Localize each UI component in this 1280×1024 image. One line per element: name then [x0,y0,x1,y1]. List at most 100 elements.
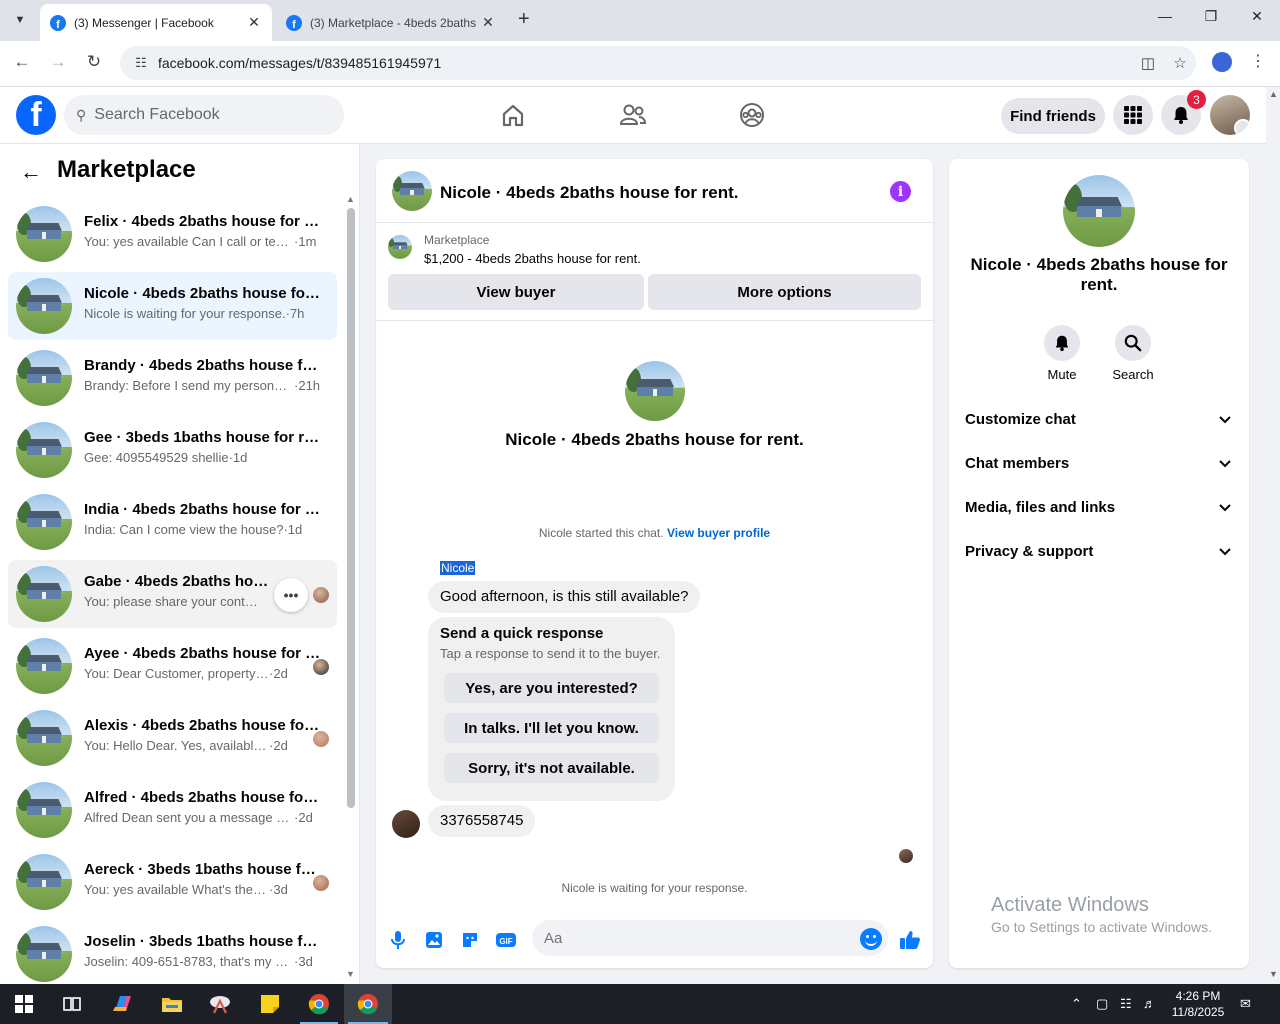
emoji-icon[interactable] [860,928,882,950]
conversation-item[interactable]: Joselin · 3beds 1baths house for rent Jos… [8,920,337,988]
message-bubble[interactable]: 3376558745 [428,805,536,837]
conversation-item[interactable]: Felix · 4beds 2baths house for rent. You:… [8,200,337,268]
sidebar-scrollbar[interactable] [347,208,355,808]
install-app-icon[interactable]: ◫ [1132,54,1164,72]
reload-button[interactable]: ↻ [82,52,106,72]
chat-title[interactable]: Nicole · 4beds 2baths house for rent. [440,183,739,203]
address-bar: ← → ↻ ☷ facebook.com/messages/t/83948516… [0,41,1280,87]
task-view-icon[interactable] [60,992,84,1016]
microphone-icon[interactable] [386,928,410,952]
conversation-thumbnail [16,638,72,694]
close-tab-icon[interactable]: ✕ [246,14,262,31]
restore-button[interactable]: ❐ [1196,8,1226,25]
url-text[interactable]: facebook.com/messages/t/839485161945971 [158,55,1132,71]
more-options-icon[interactable]: ••• [274,578,308,612]
file-explorer-icon[interactable] [160,992,184,1016]
close-tab-icon[interactable]: ✕ [480,14,496,31]
sticker-icon[interactable] [458,928,482,952]
quick-response-option[interactable]: Sorry, it's not available. [444,753,659,783]
view-buyer-profile-link[interactable]: View buyer profile [667,526,770,540]
marketplace-label: Marketplace [424,233,490,247]
minimize-button[interactable]: — [1150,8,1180,24]
photo-icon[interactable] [422,928,446,952]
new-tab-button[interactable]: + [518,8,530,31]
media-files-links-row[interactable]: Media, files and links [949,487,1249,531]
message-input[interactable] [532,920,888,956]
scroll-up-arrow-icon[interactable]: ▲ [346,194,355,204]
gif-icon[interactable]: GIF [494,928,518,952]
conversation-item[interactable]: Alexis · 4beds 2baths house for rent. You… [8,704,337,772]
copilot-icon[interactable] [110,992,134,1016]
listing-price[interactable]: $1,200 - 4beds 2baths house for rent. [424,251,641,266]
conversation-name: Aereck · 3beds 1baths house for rent [84,861,322,878]
notification-center-icon[interactable]: ✉ [1240,996,1251,1012]
quick-response-option[interactable]: Yes, are you interested? [444,673,659,703]
back-arrow-icon[interactable]: ← [20,159,42,185]
quick-response-option[interactable]: In talks. I'll let you know. [444,713,659,743]
friends-icon[interactable] [613,99,653,131]
chrome-icon[interactable] [307,992,331,1016]
groups-icon[interactable] [732,99,772,131]
conversation-thumbnail [16,278,72,334]
privacy-support-row[interactable]: Privacy & support [949,531,1249,575]
back-button[interactable]: ← [10,52,34,72]
started-text: Nicole started this chat. [538,526,664,540]
more-options-button[interactable]: More options [648,274,921,310]
sticky-notes-icon[interactable] [258,992,282,1016]
scroll-down-arrow-icon[interactable]: ▼ [1269,969,1278,979]
volume-icon[interactable]: ♬ [1143,996,1156,1011]
tab-marketplace[interactable]: f (3) Marketplace - 4beds 2baths ✕ [276,4,506,41]
tab-messenger[interactable]: f (3) Messenger | Facebook ✕ [40,4,272,41]
home-icon[interactable] [493,99,533,131]
info-icon[interactable]: i [890,181,911,202]
close-window-button[interactable]: ✕ [1242,8,1272,25]
forward-button[interactable]: → [46,52,70,72]
conversation-item[interactable]: India · 4beds 2baths house for rent. Indi… [8,488,337,556]
message-bubble[interactable]: Good afternoon, is this still available? [428,581,701,613]
page-scrollbar[interactable]: ▲ ▼ [1266,87,1280,984]
tab-search-button[interactable]: ▼ [8,8,32,32]
conversation-item[interactable]: Nicole · 4beds 2baths house for rent. Nic… [8,272,337,340]
profile-avatar[interactable] [1210,95,1250,135]
conversation-preview: You: Hello Dear. Yes, available! Please … [84,738,288,753]
network-icon[interactable]: ☷ [1120,996,1132,1012]
conversation-item[interactable]: Aereck · 3beds 1baths house for rent You:… [8,848,337,916]
conversation-item[interactable]: Gabe · 4beds 2baths house for rent. You: … [8,560,337,628]
scroll-down-arrow-icon[interactable]: ▼ [346,969,355,979]
facebook-search-input[interactable]: ⚲ Search Facebook [64,95,344,135]
facebook-logo-icon[interactable]: f [16,95,56,135]
preview-text: You: Dear Customer, property available [84,666,269,681]
conversation-item[interactable]: Alfred · 4beds 2baths house for rent. Alf… [8,776,337,844]
start-windows-icon[interactable] [12,992,36,1016]
conversation-item[interactable]: Ayee · 4beds 2baths house for rent. You: … [8,632,337,700]
conversation-item[interactable]: Gee · 3beds 1baths house for rent Gee: 40… [8,416,337,484]
chat-members-row[interactable]: Chat members [949,443,1249,487]
intro-title: Nicole · 4beds 2baths house for rent. [505,430,804,449]
scroll-up-arrow-icon[interactable]: ▲ [1269,89,1278,99]
preview-text: Brandy: Before I send my personal info [84,378,294,393]
mute-button[interactable]: Mute [1032,325,1092,382]
menu-grid-icon[interactable] [1113,95,1153,135]
chat-avatar[interactable] [392,171,432,211]
tray-chevron-icon[interactable]: ⌃ [1071,996,1082,1012]
browser-menu-icon[interactable]: ⋮ [1250,51,1266,71]
find-friends-button[interactable]: Find friends [1001,98,1105,134]
conversation-item[interactable]: Brandy · 4beds 2baths house for rent. Bra… [8,344,337,412]
conversation-thumbnail [16,350,72,406]
system-clock[interactable]: 4:26 PM 11/8/2025 [1168,988,1228,1020]
site-info-icon[interactable]: ☷ [126,55,156,71]
meet-now-icon[interactable]: ▢ [1096,996,1108,1012]
bookmark-star-icon[interactable]: ☆ [1164,54,1196,72]
customize-chat-row[interactable]: Customize chat [949,399,1249,443]
search-label: Search [1112,367,1154,382]
thumbs-up-icon[interactable] [898,928,922,952]
search-in-chat-button[interactable]: Search [1103,325,1163,382]
browser-profile-icon[interactable] [1212,52,1232,72]
conversation-time: 1d [287,522,303,537]
url-omnibox[interactable]: ☷ facebook.com/messages/t/83948516194597… [120,46,1196,80]
view-buyer-button[interactable]: View buyer [388,274,644,310]
sender-avatar[interactable] [392,810,420,838]
snipping-tool-icon[interactable] [208,992,232,1016]
chrome-profile-icon[interactable] [356,992,380,1016]
listing-thumbnail[interactable] [388,235,412,259]
